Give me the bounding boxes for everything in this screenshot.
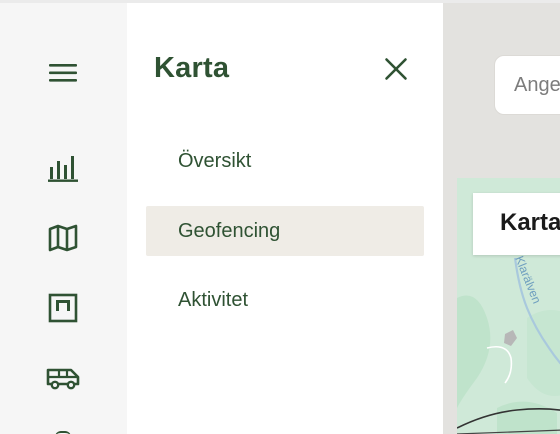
menu-item-label: Översikt bbox=[178, 149, 252, 172]
menu-item-oversikt[interactable]: Översikt bbox=[146, 136, 424, 186]
drawer-title: Karta bbox=[154, 52, 230, 84]
map-drawer: Karta Översikt Geofencing Aktivitet bbox=[127, 3, 443, 434]
map-button[interactable] bbox=[38, 216, 88, 260]
bar-chart-icon bbox=[48, 156, 78, 182]
statistics-button[interactable] bbox=[38, 146, 88, 190]
menu-item-aktivitet[interactable]: Aktivitet bbox=[146, 275, 424, 325]
board-button[interactable] bbox=[38, 286, 88, 330]
search-box bbox=[494, 55, 560, 115]
icon-rail bbox=[0, 3, 127, 434]
close-icon bbox=[385, 58, 407, 80]
close-button[interactable] bbox=[378, 51, 414, 87]
menu-button[interactable] bbox=[38, 51, 88, 95]
search-input[interactable] bbox=[514, 73, 560, 97]
map-card[interactable]: Klarälven Karta bbox=[457, 178, 560, 434]
menu-item-geofencing[interactable]: Geofencing bbox=[146, 206, 424, 256]
map-area: Klarälven Karta bbox=[443, 3, 560, 434]
van-icon bbox=[46, 368, 80, 390]
board-icon bbox=[48, 293, 78, 323]
menu-item-label: Aktivitet bbox=[178, 288, 249, 311]
map-icon bbox=[48, 224, 78, 252]
vehicles-button[interactable] bbox=[38, 356, 88, 400]
menu-icon bbox=[49, 64, 77, 82]
menu-item-label: Geofencing bbox=[178, 219, 281, 242]
map-card-title: Karta bbox=[473, 193, 560, 255]
